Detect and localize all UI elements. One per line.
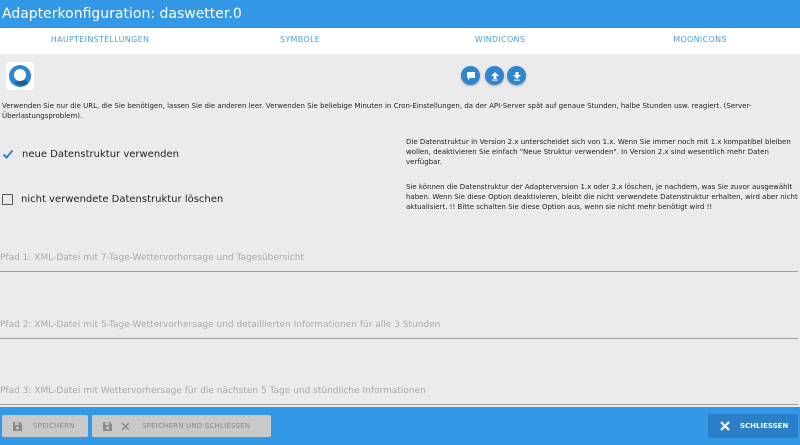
help-icon[interactable] (461, 66, 480, 85)
option-label: neue Datenstruktur verwenden (22, 148, 180, 160)
path1-field[interactable]: Pfad 1: XML-Datei mit 7-Tage-Wettervorhe… (0, 245, 798, 272)
window-title: Adapterkonfiguration: daswetter.0 (0, 0, 800, 28)
settings-panel: Verwenden Sie nur die URL, die Sie benöt… (0, 54, 800, 407)
option-new-structure[interactable]: neue Datenstruktur verwenden (2, 148, 179, 160)
option-label: nicht verwendete Datenstruktur löschen (21, 194, 224, 205)
option-delete-unused[interactable]: nicht verwendete Datenstruktur löschen (2, 194, 223, 205)
checkbox-checked-icon[interactable] (2, 148, 14, 160)
field-placeholder: Pfad 2: XML-Datei mit 5-Tage-Wettervorhe… (0, 320, 441, 330)
tab-bar: HAUPTEINSTELLUNGEN SYMBOLE WINDICONS MOO… (0, 28, 800, 56)
save-and-close-button[interactable]: SPEICHERN UND SCHLIESSEN (92, 415, 271, 437)
path3-field[interactable]: Pfad 3: XML-Datei mit Wettervorhersage f… (0, 378, 798, 405)
checkbox-unchecked-icon[interactable] (2, 194, 13, 205)
save-label: SPEICHERN (33, 422, 75, 430)
close-icon (121, 421, 130, 431)
option-help-text: Sie können die Datenstruktur der Adapter… (406, 183, 798, 211)
save-button[interactable]: SPEICHERN (2, 415, 88, 437)
field-placeholder: Pfad 1: XML-Datei mit 7-Tage-Wettervorhe… (0, 253, 304, 263)
close-button[interactable]: SCHLIESSEN (708, 414, 798, 438)
save-icon (12, 421, 23, 432)
upload-icon[interactable] (485, 66, 504, 85)
intro-text: Verwenden Sie nur die URL, die Sie benöt… (2, 102, 752, 120)
option-help-text: Die Datenstruktur in Version 2.x untersc… (406, 138, 791, 166)
save-icon (102, 421, 113, 432)
path2-field[interactable]: Pfad 2: XML-Datei mit 5-Tage-Wettervorhe… (0, 312, 798, 339)
footer-bar: SPEICHERN SPEICHERN UND SCHLIESSEN SCHLI… (0, 407, 800, 445)
download-icon[interactable] (507, 66, 526, 85)
tab-symbols[interactable]: SYMBOLE (200, 28, 400, 54)
adapter-logo-icon (6, 62, 34, 90)
close-label: SCHLIESSEN (740, 422, 789, 430)
tab-moonicons[interactable]: MOONICONS (600, 28, 800, 54)
tab-main-settings[interactable]: HAUPTEINSTELLUNGEN (0, 28, 200, 56)
tab-windicons[interactable]: WINDICONS (400, 28, 600, 54)
field-placeholder: Pfad 3: XML-Datei mit Wettervorhersage f… (0, 386, 426, 396)
close-icon (720, 421, 730, 431)
save-close-label: SPEICHERN UND SCHLIESSEN (142, 422, 251, 430)
